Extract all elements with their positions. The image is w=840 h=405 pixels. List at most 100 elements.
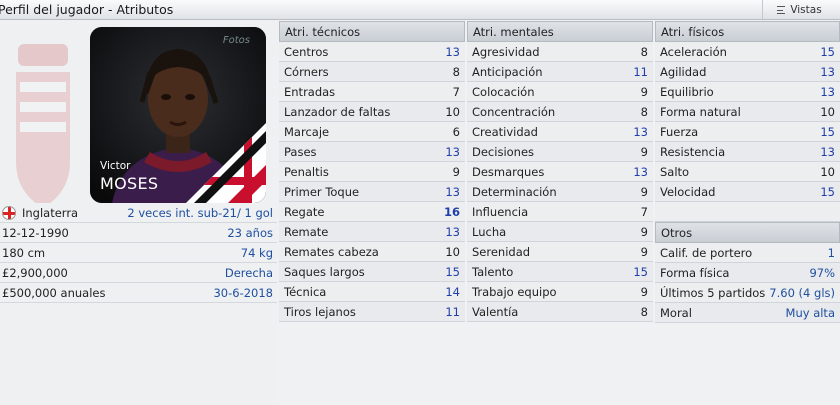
technical-row[interactable]: Lanzador de faltas 10 (279, 102, 465, 122)
others-label: Calif. de portero (660, 245, 753, 260)
views-label: Vistas (790, 3, 822, 16)
mental-label: Colocación (472, 84, 535, 99)
technical-rows: Centros 13 Córners 8 Entradas 7 Lanzador de fa… (279, 42, 465, 322)
info-label-text: 12-12-1990 (2, 225, 69, 240)
technical-value: 6 (452, 124, 460, 139)
technical-value: 13 (445, 44, 460, 59)
physical-row[interactable]: Aceleración 15 (655, 42, 840, 62)
physical-row[interactable]: Equilibrio 13 (655, 82, 840, 102)
technical-label: Entradas (284, 84, 336, 99)
others-row[interactable]: Moral Muy alta (655, 303, 840, 323)
physical-rows: Aceleración 15 Agilidad 13 Equilibrio 13 Forma… (655, 42, 840, 202)
info-value: Derecha (224, 265, 273, 280)
physical-row[interactable]: Fuerza 15 (655, 122, 840, 142)
info-value: 74 kg (240, 245, 273, 260)
technical-row[interactable]: Tiros lejanos 11 (279, 302, 465, 322)
physical-row[interactable]: Forma natural 10 (655, 102, 840, 122)
others-row[interactable]: Calif. de portero 1 (655, 243, 840, 263)
mental-row[interactable]: Valentía 8 (467, 302, 653, 322)
mental-value: 7 (640, 204, 648, 219)
info-row: 12-12-1990 23 años (0, 223, 277, 243)
technical-row[interactable]: Remates cabeza 10 (279, 242, 465, 262)
technical-row[interactable]: Primer Toque 13 (279, 182, 465, 202)
technical-row[interactable]: Regate 16 (279, 202, 465, 222)
mental-row[interactable]: Serenidad 9 (467, 242, 653, 262)
technical-value: 10 (445, 104, 460, 119)
mental-row[interactable]: Creatividad 13 (467, 122, 653, 142)
mental-value: 9 (640, 224, 648, 239)
mental-row[interactable]: Lucha 9 (467, 222, 653, 242)
mental-value: 11 (633, 64, 648, 79)
mental-row[interactable]: Anticipación 11 (467, 62, 653, 82)
mental-label: Influencia (472, 204, 529, 219)
physical-label: Forma natural (660, 104, 741, 119)
mental-value: 8 (640, 44, 648, 59)
mental-row[interactable]: Influencia 7 (467, 202, 653, 222)
technical-row[interactable]: Penaltis 9 (279, 162, 465, 182)
others-row[interactable]: Últimos 5 partidos 7.60 (4 gls) (655, 283, 840, 303)
mental-attributes-panel: Atri. mentales Agresividad 8 Anticipación 1… (467, 21, 653, 322)
technical-label: Penaltis (284, 164, 329, 179)
info-label: £2,900,000 (2, 266, 68, 280)
info-label-text: Inglaterra (22, 205, 79, 220)
mental-label: Creatividad (472, 124, 538, 139)
physical-label: Agilidad (660, 64, 707, 79)
technical-label: Remate (284, 224, 329, 239)
technical-label: Remates cabeza (284, 244, 379, 259)
mental-value: 8 (640, 104, 648, 119)
others-row[interactable]: Forma física 97% (655, 263, 840, 283)
technical-row[interactable]: Centros 13 (279, 42, 465, 62)
technical-row[interactable]: Técnica 14 (279, 282, 465, 302)
physical-label: Equilibrio (660, 84, 714, 99)
info-value[interactable]: 2 veces int. sub-21/ 1 gol (127, 206, 273, 220)
page-title: Perfil del jugador - Atributos (0, 2, 174, 17)
technical-value: 10 (445, 244, 460, 259)
mental-label: Decisiones (472, 144, 535, 159)
physical-row[interactable]: Agilidad 13 (655, 62, 840, 82)
physical-row[interactable]: Salto 10 (655, 162, 840, 182)
spacer-row (655, 202, 840, 222)
mental-row[interactable]: Colocación 9 (467, 82, 653, 102)
technical-row[interactable]: Pases 13 (279, 142, 465, 162)
mental-row[interactable]: Desmarques 13 (467, 162, 653, 182)
mental-label: Valentía (472, 304, 519, 319)
technical-value: 8 (452, 64, 460, 79)
mental-label: Talento (472, 264, 514, 279)
mental-label: Desmarques (472, 164, 545, 179)
info-label-text: £500,000 anuales (2, 285, 106, 300)
technical-row[interactable]: Saques largos 15 (279, 262, 465, 282)
mental-row[interactable]: Decisiones 9 (467, 142, 653, 162)
physical-header: Atri. físicos (655, 21, 840, 42)
technical-row[interactable]: Córners 8 (279, 62, 465, 82)
mental-row[interactable]: Talento 15 (467, 262, 653, 282)
mental-label: Serenidad (472, 244, 531, 259)
mental-row[interactable]: Agresividad 8 (467, 42, 653, 62)
technical-value: 11 (445, 304, 460, 319)
technical-label: Marcaje (284, 124, 330, 139)
others-value: 97% (809, 265, 835, 280)
physical-label: Velocidad (660, 184, 716, 199)
info-label: 180 cm (2, 246, 45, 260)
physical-value: 15 (820, 44, 835, 59)
mental-label: Trabajo equipo (472, 284, 557, 299)
technical-row[interactable]: Remate 13 (279, 222, 465, 242)
mental-label: Agresividad (472, 44, 540, 59)
physical-row[interactable]: Velocidad 15 (655, 182, 840, 202)
mental-label: Concentración (472, 104, 556, 119)
mental-row[interactable]: Trabajo equipo 9 (467, 282, 653, 302)
info-row: 180 cm 74 kg (0, 243, 277, 263)
views-button[interactable]: Vistas (762, 0, 836, 19)
technical-label: Técnica (284, 284, 327, 299)
mental-row[interactable]: Determinación 9 (467, 182, 653, 202)
technical-label: Pases (284, 144, 317, 159)
technical-value: 13 (445, 144, 460, 159)
mental-row[interactable]: Concentración 8 (467, 102, 653, 122)
technical-row[interactable]: Entradas 7 (279, 82, 465, 102)
physical-label: Salto (660, 164, 690, 179)
player-photo: Fotos Victor MOSES (90, 27, 266, 203)
technical-row[interactable]: Marcaje 6 (279, 122, 465, 142)
mental-value: 13 (633, 124, 648, 139)
player-last-name: MOSES (100, 174, 159, 193)
physical-row[interactable]: Resistencia 13 (655, 142, 840, 162)
info-label: Inglaterra (2, 205, 79, 220)
